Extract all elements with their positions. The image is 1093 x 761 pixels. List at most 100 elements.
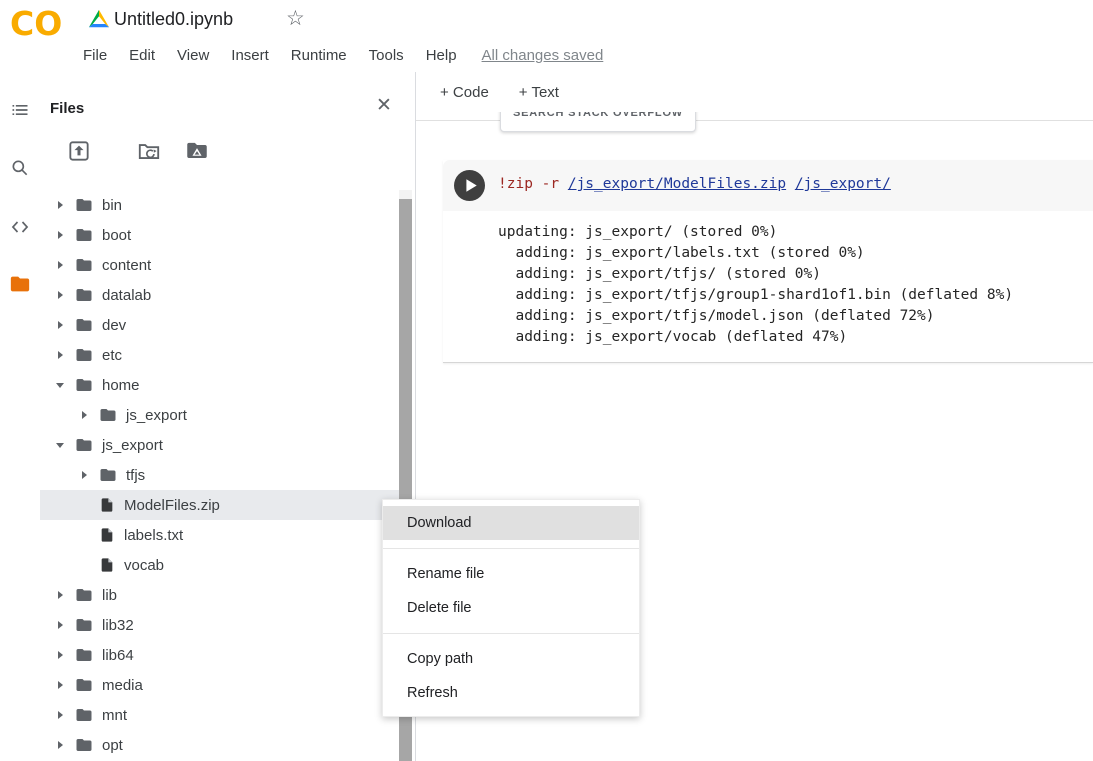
menu-file[interactable]: File (72, 47, 118, 64)
tree-item-datalab[interactable]: datalab (40, 280, 399, 310)
code-editor[interactable]: !zip -r /js_export/ModelFiles.zip /js_ex… (443, 160, 1093, 211)
tree-item-content[interactable]: content (40, 250, 399, 280)
file-icon (99, 497, 115, 513)
context-menu-item-download[interactable]: Download (383, 506, 639, 540)
files-panel-icon[interactable] (8, 272, 32, 296)
chevron-right-icon[interactable] (54, 351, 66, 359)
file-icon (99, 557, 115, 573)
file-tree: bin boot content datalab devetc home js_export… (40, 190, 399, 761)
context-menu-item-copy-path[interactable]: Copy path (383, 642, 639, 676)
notebook-title[interactable]: Untitled0.ipynb (114, 9, 233, 30)
folder-icon (99, 466, 117, 484)
toc-icon[interactable] (8, 98, 32, 122)
tree-item-label: home (102, 377, 140, 394)
context-menu-item-rename-file[interactable]: Rename file (383, 557, 639, 591)
colab-logo[interactable]: CO (10, 4, 62, 43)
menu-edit[interactable]: Edit (118, 47, 166, 64)
chevron-right-icon[interactable] (54, 651, 66, 659)
menu-runtime[interactable]: Runtime (280, 47, 358, 64)
menu-help[interactable]: Help (415, 47, 468, 64)
context-menu: Download Rename fileDelete file Copy pathR… (382, 499, 640, 717)
tree-item-label: vocab (124, 557, 164, 574)
chevron-down-icon[interactable] (54, 383, 66, 388)
tree-item-label: boot (102, 227, 131, 244)
tree-item-js_export[interactable]: js_export (40, 400, 399, 430)
run-cell-button[interactable] (454, 170, 485, 201)
code-panel-icon[interactable] (8, 215, 32, 239)
chevron-right-icon[interactable] (54, 261, 66, 269)
star-icon[interactable]: ☆ (286, 6, 305, 31)
context-menu-item-refresh[interactable]: Refresh (383, 676, 639, 710)
save-status[interactable]: All changes saved (482, 47, 604, 64)
tree-item-label: bin (102, 197, 122, 214)
tree-item-modelfiles.zip[interactable]: ModelFiles.zip (40, 490, 399, 520)
tree-item-lib32[interactable]: lib32 (40, 610, 399, 640)
chevron-right-icon[interactable] (54, 321, 66, 329)
code-separator (786, 176, 795, 192)
output-line: adding: js_export/tfjs/model.json (defla… (498, 306, 1093, 327)
chevron-right-icon[interactable] (78, 471, 90, 479)
tree-item-media[interactable]: media (40, 670, 399, 700)
tree-item-label: js_export (126, 407, 187, 424)
tree-item-lib64[interactable]: lib64 (40, 640, 399, 670)
menu-insert[interactable]: Insert (220, 47, 280, 64)
folder-icon (75, 376, 93, 394)
folder-icon (75, 316, 93, 334)
output-line: adding: js_export/labels.txt (stored 0%) (498, 243, 1093, 264)
add-text-button[interactable]: + Text (519, 84, 559, 101)
tree-item-etc[interactable]: etc (40, 340, 399, 370)
google-drive-icon (88, 8, 110, 30)
mount-drive-icon[interactable] (184, 138, 212, 166)
folder-icon (75, 616, 93, 634)
context-menu-item-delete-file[interactable]: Delete file (383, 591, 639, 625)
close-icon[interactable]: ✕ (376, 94, 392, 117)
upload-icon[interactable] (66, 138, 94, 166)
menu-tools[interactable]: Tools (358, 47, 415, 64)
files-panel-title: Files (50, 100, 84, 117)
tree-item-label: ModelFiles.zip (124, 497, 220, 514)
tree-item-tfjs[interactable]: tfjs (40, 460, 399, 490)
add-code-button[interactable]: + Code (440, 84, 489, 101)
tree-item-lib[interactable]: lib (40, 580, 399, 610)
tree-item-bin[interactable]: bin (40, 190, 399, 220)
cell-gutter (443, 160, 498, 211)
cell-toolbar: + Code + Text (416, 72, 1093, 112)
output-line: adding: js_export/tfjs/ (stored 0%) (498, 264, 1093, 285)
left-rail (0, 72, 40, 761)
menu-view[interactable]: View (166, 47, 220, 64)
chevron-right-icon[interactable] (78, 411, 90, 419)
chevron-right-icon[interactable] (54, 621, 66, 629)
tree-item-label: lib32 (102, 617, 134, 634)
chevron-right-icon[interactable] (54, 711, 66, 719)
search-icon[interactable] (8, 156, 32, 180)
tree-item-js_export[interactable]: js_export (40, 430, 399, 460)
tree-item-vocab[interactable]: vocab (40, 550, 399, 580)
tree-item-mnt[interactable]: mnt (40, 700, 399, 730)
chevron-right-icon[interactable] (54, 741, 66, 749)
tree-item-label: lib64 (102, 647, 134, 664)
tree-item-opt[interactable]: opt (40, 730, 399, 760)
folder-icon (75, 436, 93, 454)
chevron-right-icon[interactable] (54, 681, 66, 689)
context-menu-divider (383, 548, 639, 549)
chevron-right-icon[interactable] (54, 291, 66, 299)
code-path-link-2[interactable]: /js_export/ (795, 176, 891, 192)
code-cell[interactable]: !zip -r /js_export/ModelFiles.zip /js_ex… (443, 160, 1093, 363)
tree-item-home[interactable]: home (40, 370, 399, 400)
tree-item-label: datalab (102, 287, 151, 304)
tree-item-label: tfjs (126, 467, 145, 484)
files-panel: Files ✕ bin boot content datalab devetc home j… (40, 72, 415, 761)
refresh-folder-icon[interactable] (136, 138, 164, 166)
chevron-right-icon[interactable] (54, 591, 66, 599)
code-line[interactable]: !zip -r /js_export/ModelFiles.zip /js_ex… (498, 160, 1093, 211)
tree-item-dev[interactable]: dev (40, 310, 399, 340)
folder-icon (75, 286, 93, 304)
chevron-down-icon[interactable] (54, 443, 66, 448)
code-path-link-1[interactable]: /js_export/ModelFiles.zip (568, 176, 786, 192)
chevron-right-icon[interactable] (54, 231, 66, 239)
output-line: adding: js_export/vocab (deflated 47%) (498, 327, 1093, 348)
tree-item-labels.txt[interactable]: labels.txt (40, 520, 399, 550)
cell-output: updating: js_export/ (stored 0%) adding:… (443, 211, 1093, 362)
chevron-right-icon[interactable] (54, 201, 66, 209)
tree-item-boot[interactable]: boot (40, 220, 399, 250)
